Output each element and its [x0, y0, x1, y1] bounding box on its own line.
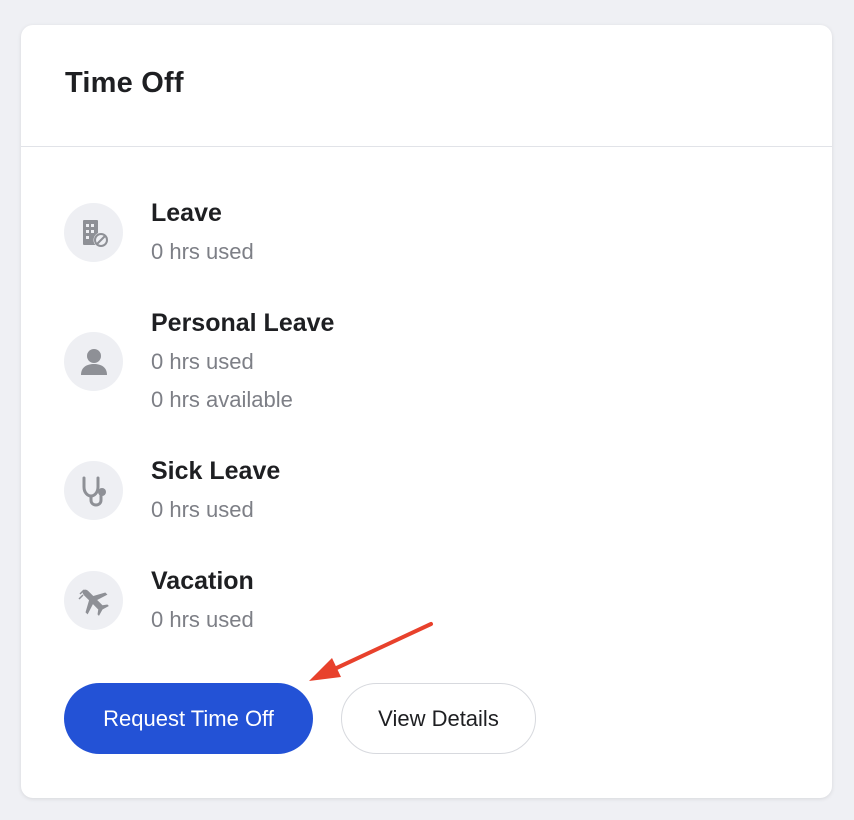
leave-name: Sick Leave [151, 457, 281, 485]
time-off-card: Time Off Leave 0 hrs used Personal Leave… [21, 25, 832, 798]
stethoscope-icon [64, 461, 123, 520]
leave-used: 0 hrs used [151, 497, 254, 522]
view-details-button[interactable]: View Details [341, 683, 536, 754]
card-header: Time Off [21, 25, 832, 147]
airplane-icon [64, 571, 123, 630]
leave-used: 0 hrs used [151, 607, 254, 632]
leave-name: Personal Leave [151, 309, 335, 337]
person-icon [64, 332, 123, 391]
request-time-off-button[interactable]: Request Time Off [64, 683, 313, 754]
leave-name: Leave [151, 199, 222, 227]
card-title: Time Off [65, 67, 184, 99]
leave-used: 0 hrs used [151, 349, 254, 374]
building-blocked-icon [64, 203, 123, 262]
leave-name: Vacation [151, 567, 254, 595]
leave-used: 0 hrs used [151, 239, 254, 264]
leave-available: 0 hrs available [151, 387, 293, 412]
